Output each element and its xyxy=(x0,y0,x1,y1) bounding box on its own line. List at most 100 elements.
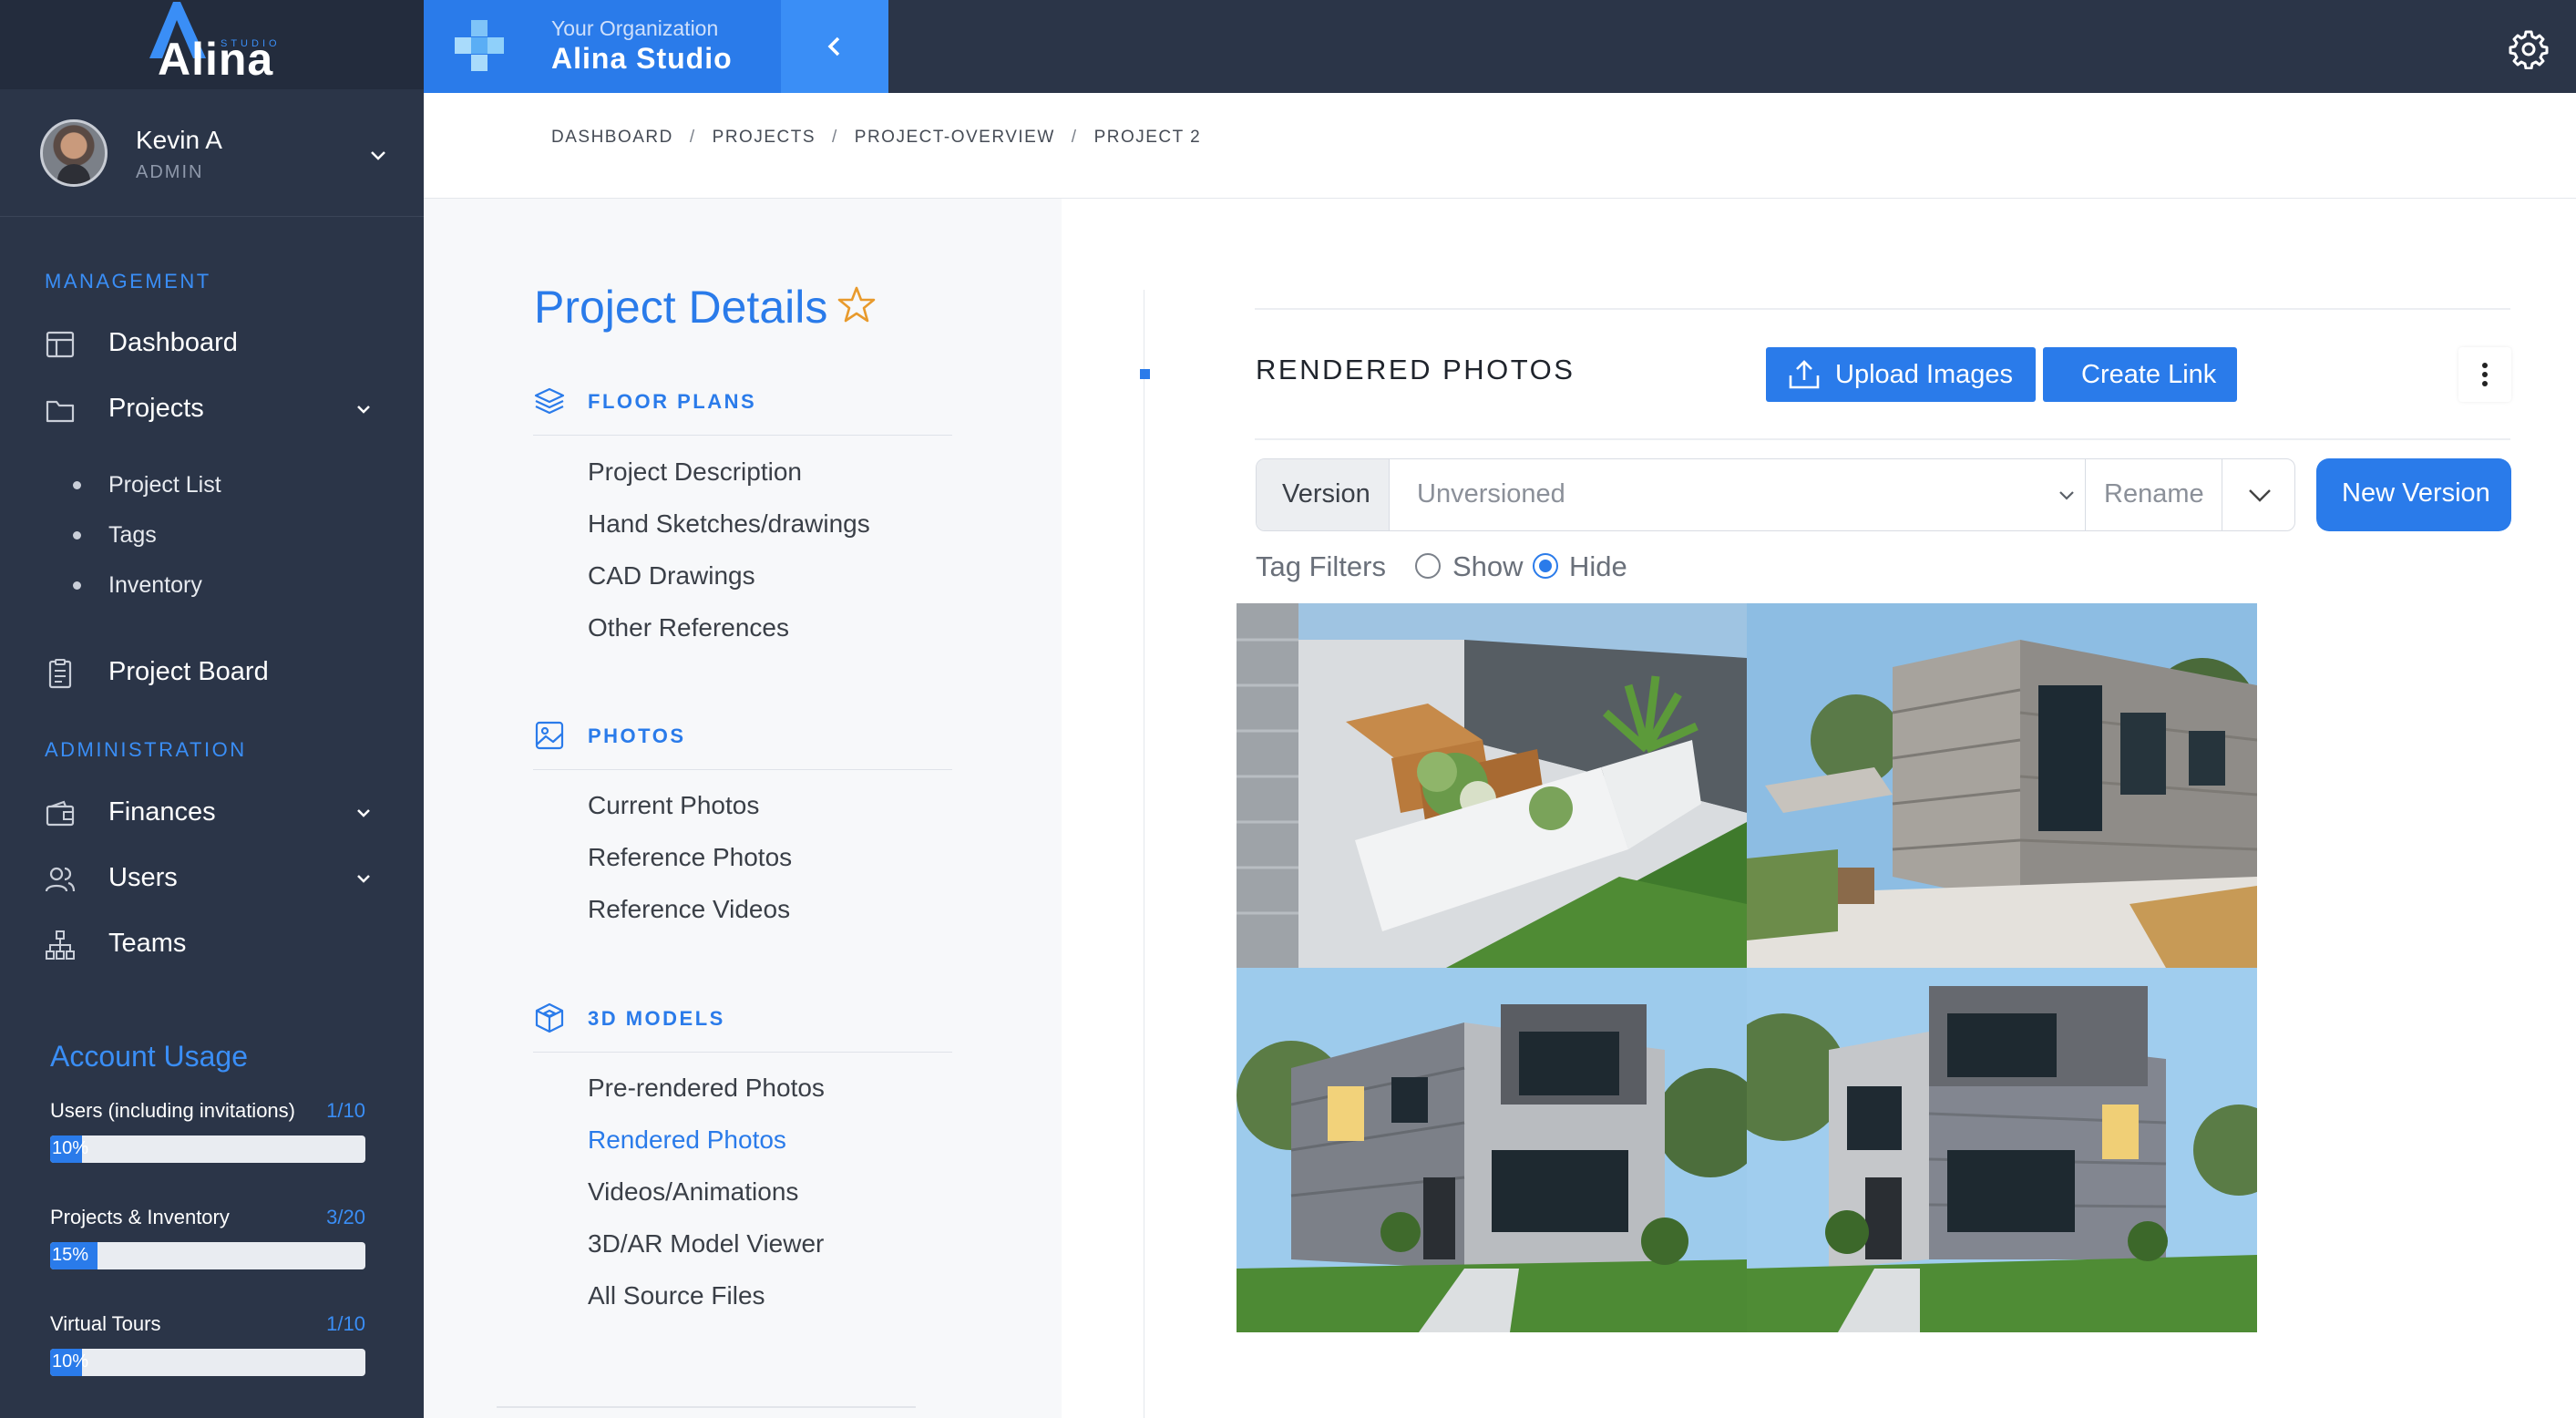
sidebar-item-teams[interactable]: Teams xyxy=(0,916,424,971)
logo-area: Alina STUDIO xyxy=(0,0,424,89)
breadcrumb-separator: / xyxy=(689,128,696,147)
sidebar-subitem-inventory[interactable]: Inventory xyxy=(0,563,424,607)
timeline-marker xyxy=(1140,369,1150,379)
version-select[interactable]: Unversioned xyxy=(1390,459,2086,530)
sidebar-subitem-label: Inventory xyxy=(108,572,202,598)
usage-label: Projects & Inventory xyxy=(50,1206,230,1228)
link-pre-rendered-photos[interactable]: Pre-rendered Photos xyxy=(588,1074,825,1103)
org-name: Alina Studio xyxy=(551,42,733,75)
users-icon xyxy=(45,867,76,892)
user-menu[interactable]: Kevin A ADMIN xyxy=(0,89,424,217)
sidebar-item-label: Projects xyxy=(108,394,204,423)
sidebar-subitem-tags[interactable]: Tags xyxy=(0,513,424,557)
usage-percent: 10% xyxy=(52,1138,89,1158)
rendered-photo-1[interactable] xyxy=(1237,603,1747,968)
new-version-button[interactable]: New Version xyxy=(2316,458,2511,531)
wallet-icon xyxy=(46,800,75,827)
chevron-down-icon xyxy=(2249,489,2271,502)
collapse-sidebar-button[interactable] xyxy=(781,0,888,93)
usage-progress-bar: 10% xyxy=(50,1349,365,1376)
rendered-photo-3[interactable] xyxy=(1237,968,1747,1332)
link-videos-animations[interactable]: Videos/Animations xyxy=(588,1177,798,1207)
usage-count: 1/10 xyxy=(326,1099,365,1122)
org-subtitle: Your Organization xyxy=(551,16,719,40)
sidebar: Alina STUDIO Kevin A ADMIN MANAGEMENT Da… xyxy=(0,0,424,1418)
chevron-down-icon[interactable] xyxy=(352,801,375,825)
usage-progress-bar: 10% xyxy=(50,1135,365,1163)
logo-studio-text: STUDIO xyxy=(221,38,281,49)
kebab-dot xyxy=(2482,372,2488,377)
sidebar-item-label: Project Board xyxy=(108,657,269,686)
version-label-text: Version xyxy=(1282,479,1370,509)
organization-switcher[interactable]: Your Organization Alina Studio xyxy=(424,0,888,93)
upload-images-button[interactable]: Upload Images xyxy=(1766,347,2036,402)
rendered-photo-2[interactable] xyxy=(1747,603,2257,968)
rename-dropdown-button[interactable] xyxy=(2222,459,2294,530)
link-cad-drawings[interactable]: CAD Drawings xyxy=(588,561,755,591)
photo-gallery xyxy=(1237,603,2257,1332)
sidebar-subitem-project-list[interactable]: Project List xyxy=(0,463,424,507)
divider xyxy=(1255,438,2510,440)
tag-filter-show-radio[interactable] xyxy=(1415,553,1441,579)
layout-icon xyxy=(46,331,75,358)
usage-projects: Projects & Inventory 3/20 15% xyxy=(50,1206,365,1288)
sidebar-item-dashboard[interactable]: Dashboard xyxy=(0,315,424,370)
usage-count: 1/10 xyxy=(326,1312,365,1335)
sidebar-item-finances[interactable]: Finances xyxy=(0,785,424,839)
breadcrumb-dashboard[interactable]: DASHBOARD xyxy=(551,128,673,148)
user-name: Kevin A xyxy=(136,126,222,154)
sidebar-item-projects[interactable]: Projects xyxy=(0,381,424,436)
sidebar-item-project-board[interactable]: Project Board xyxy=(0,644,424,699)
sidebar-subitem-label: Project List xyxy=(108,472,221,498)
link-hand-sketches[interactable]: Hand Sketches/drawings xyxy=(588,509,870,539)
version-label: Version xyxy=(1257,459,1390,530)
link-project-description[interactable]: Project Description xyxy=(588,457,802,487)
bullet xyxy=(73,531,81,539)
sidebar-subitem-label: Tags xyxy=(108,522,157,548)
tag-filter-hide-label[interactable]: Hide xyxy=(1569,550,1627,583)
link-current-photos[interactable]: Current Photos xyxy=(588,791,759,820)
rename-button[interactable]: Rename xyxy=(2086,459,2222,530)
avatar[interactable] xyxy=(40,119,108,187)
layers-icon xyxy=(534,387,565,415)
create-link-button[interactable]: Create Link xyxy=(2043,347,2237,402)
chevron-down-icon[interactable] xyxy=(352,867,375,890)
rename-label: Rename xyxy=(2104,479,2204,509)
rendered-photo-4[interactable] xyxy=(1747,968,2257,1332)
more-options-button[interactable] xyxy=(2458,347,2511,402)
usage-progress-bar: 15% xyxy=(50,1242,365,1269)
tag-filter-show-label[interactable]: Show xyxy=(1452,550,1524,583)
chevron-down-icon[interactable] xyxy=(352,397,375,421)
section-title: RENDERED PHOTOS xyxy=(1256,354,1575,385)
clipboard-icon xyxy=(48,659,72,689)
link-reference-videos[interactable]: Reference Videos xyxy=(588,895,790,924)
link-reference-photos[interactable]: Reference Photos xyxy=(588,843,792,872)
chevron-down-icon[interactable] xyxy=(364,142,392,170)
breadcrumb-projects[interactable]: PROJECTS xyxy=(713,128,816,148)
new-version-label: New Version xyxy=(2342,478,2490,508)
group-label: FLOOR PLANS xyxy=(588,390,757,413)
breadcrumb-project-overview[interactable]: PROJECT-OVERVIEW xyxy=(855,128,1055,148)
upload-images-label: Upload Images xyxy=(1835,360,2014,389)
tag-filter-hide-radio[interactable] xyxy=(1533,553,1558,579)
usage-virtual-tours: Virtual Tours 1/10 10% xyxy=(50,1312,365,1394)
gear-icon[interactable] xyxy=(2509,29,2549,69)
link-other-references[interactable]: Other References xyxy=(588,613,789,642)
version-select-value: Unversioned xyxy=(1417,479,1565,509)
breadcrumb-separator: / xyxy=(832,128,838,147)
breadcrumb-current: PROJECT 2 xyxy=(1093,128,1202,147)
star-icon[interactable] xyxy=(837,285,876,324)
bullet xyxy=(73,481,81,489)
sidebar-item-users[interactable]: Users xyxy=(0,850,424,905)
usage-percent: 15% xyxy=(52,1245,89,1265)
create-link-label: Create Link xyxy=(2081,360,2217,389)
link-3d-ar-model-viewer[interactable]: 3D/AR Model Viewer xyxy=(588,1229,824,1259)
folder-icon xyxy=(46,400,75,423)
image-icon xyxy=(535,721,564,750)
link-all-source-files[interactable]: All Source Files xyxy=(588,1281,765,1310)
org-chart-icon xyxy=(46,930,75,960)
breadcrumb-bar: DASHBOARD / PROJECTS / PROJECT-OVERVIEW … xyxy=(424,93,2576,199)
link-rendered-photos[interactable]: Rendered Photos xyxy=(588,1125,786,1155)
bullet xyxy=(73,581,81,590)
usage-label: Users (including invitations) xyxy=(50,1099,295,1122)
